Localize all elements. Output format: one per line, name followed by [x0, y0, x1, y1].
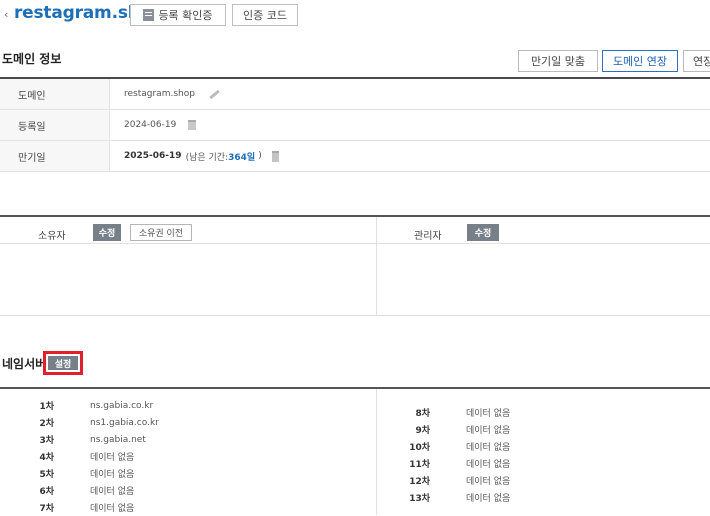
cert-button-label: 등록 확인증 [158, 9, 213, 22]
nameserver-list-left: 1차 ns.gabia.co.kr 2차 ns1.gabia.co.kr 3차 ns.… [0, 397, 300, 516]
renew-button[interactable]: 연장 [683, 50, 710, 72]
list-item: 13차 데이터 없음 [376, 489, 696, 506]
ns-value: 데이터 없음 [466, 460, 511, 470]
ns-value: ns1.gabia.co.kr [90, 417, 159, 428]
registration-certificate-button[interactable]: 등록 확인증 [130, 4, 226, 26]
ns-index: 13차 [409, 494, 430, 504]
back-icon[interactable]: ‹ [4, 8, 8, 21]
nameserver-table-top-border [0, 387, 710, 389]
list-item: 6차 데이터 없음 [0, 482, 300, 499]
ns-value: ns.gabia.net [90, 434, 146, 445]
admin-label: 관리자 [414, 231, 442, 242]
ns-index: 12차 [409, 477, 430, 487]
list-item: 9차 데이터 없음 [376, 421, 696, 438]
list-item: 8차 데이터 없음 [376, 404, 696, 421]
ns-index: 5차 [39, 470, 54, 480]
domain-info-title: 도메인 정보 [2, 52, 62, 66]
ns-value: 데이터 없음 [466, 477, 511, 487]
expiry-date: 2025-06-19 [124, 151, 182, 161]
ns-index: 11차 [409, 460, 430, 470]
owner-edit-button[interactable]: 수정 [93, 224, 121, 241]
divider [376, 217, 377, 315]
row-label: 만기일 [0, 141, 110, 171]
ns-value: 데이터 없음 [90, 504, 135, 514]
list-item: 12차 데이터 없음 [376, 472, 696, 489]
calendar-icon [188, 120, 197, 130]
ns-value: 데이터 없음 [466, 409, 511, 419]
ns-value: 데이터 없음 [90, 453, 135, 463]
owner-label: 소유자 [38, 231, 66, 242]
expiry-align-button[interactable]: 만기일 맞춤 [518, 50, 598, 72]
list-item: 2차 ns1.gabia.co.kr [0, 414, 300, 431]
list-item: 11차 데이터 없음 [376, 455, 696, 472]
divider [0, 243, 710, 244]
list-item: 10차 데이터 없음 [376, 438, 696, 455]
list-item: 4차 데이터 없음 [0, 448, 300, 465]
ns-value: 데이터 없음 [90, 470, 135, 480]
nameserver-list-right: 8차 데이터 없음 9차 데이터 없음 10차 데이터 없음 11차 데이터 없음 12… [376, 404, 696, 506]
remain-suffix: ) [258, 151, 262, 161]
table-row: 만기일 2025-06-19 (남은 기간: 364일 ) [0, 141, 710, 172]
owner-table-top-border [0, 215, 710, 217]
admin-edit-button[interactable]: 수정 [467, 224, 499, 241]
nameserver-setup-highlight[interactable]: 설정 [43, 351, 83, 375]
ns-value: 데이터 없음 [90, 487, 135, 497]
ns-index: 2차 [39, 419, 54, 429]
trash-icon[interactable] [271, 150, 279, 162]
list-item: 3차 ns.gabia.net [0, 431, 300, 448]
remain-days: 364일 [228, 152, 256, 163]
ns-value: ns.gabia.co.kr [90, 400, 154, 411]
row-label: 등록일 [0, 110, 110, 140]
ownership-transfer-button[interactable]: 소유권 이전 [130, 224, 192, 241]
table-row: 도메인 restagram.shop [0, 79, 710, 110]
list-item: 7차 데이터 없음 [0, 499, 300, 516]
pencil-icon[interactable] [209, 89, 220, 99]
list-item: 1차 ns.gabia.co.kr [0, 397, 300, 414]
ns-index: 6차 [39, 487, 54, 497]
row-label: 도메인 [0, 79, 110, 109]
ns-value: 데이터 없음 [466, 426, 511, 436]
ns-index: 3차 [39, 436, 54, 446]
table-row: 등록일 2024-06-19 [0, 110, 710, 141]
remain-prefix: (남은 기간: [185, 152, 229, 163]
domain-renew-button[interactable]: 도메인 연장 [602, 50, 678, 72]
ns-value: 데이터 없음 [466, 494, 511, 504]
nameserver-setup-button[interactable]: 설정 [48, 356, 78, 370]
list-item: 5차 데이터 없음 [0, 465, 300, 482]
ns-index: 9차 [415, 426, 430, 436]
ns-value: 데이터 없음 [466, 443, 511, 453]
ns-index: 8차 [415, 409, 430, 419]
nameserver-title: 네임서버 [2, 357, 47, 371]
auth-code-button[interactable]: 인증 코드 [232, 4, 298, 26]
ns-index: 1차 [39, 402, 54, 412]
ns-index: 7차 [39, 504, 54, 514]
ns-index: 10차 [409, 443, 430, 453]
registered-date: 2024-06-19 [124, 120, 177, 130]
divider [0, 315, 710, 316]
ns-index: 4차 [39, 453, 54, 463]
domain-value: restagram.shop [124, 89, 195, 99]
certificate-icon [143, 9, 155, 21]
